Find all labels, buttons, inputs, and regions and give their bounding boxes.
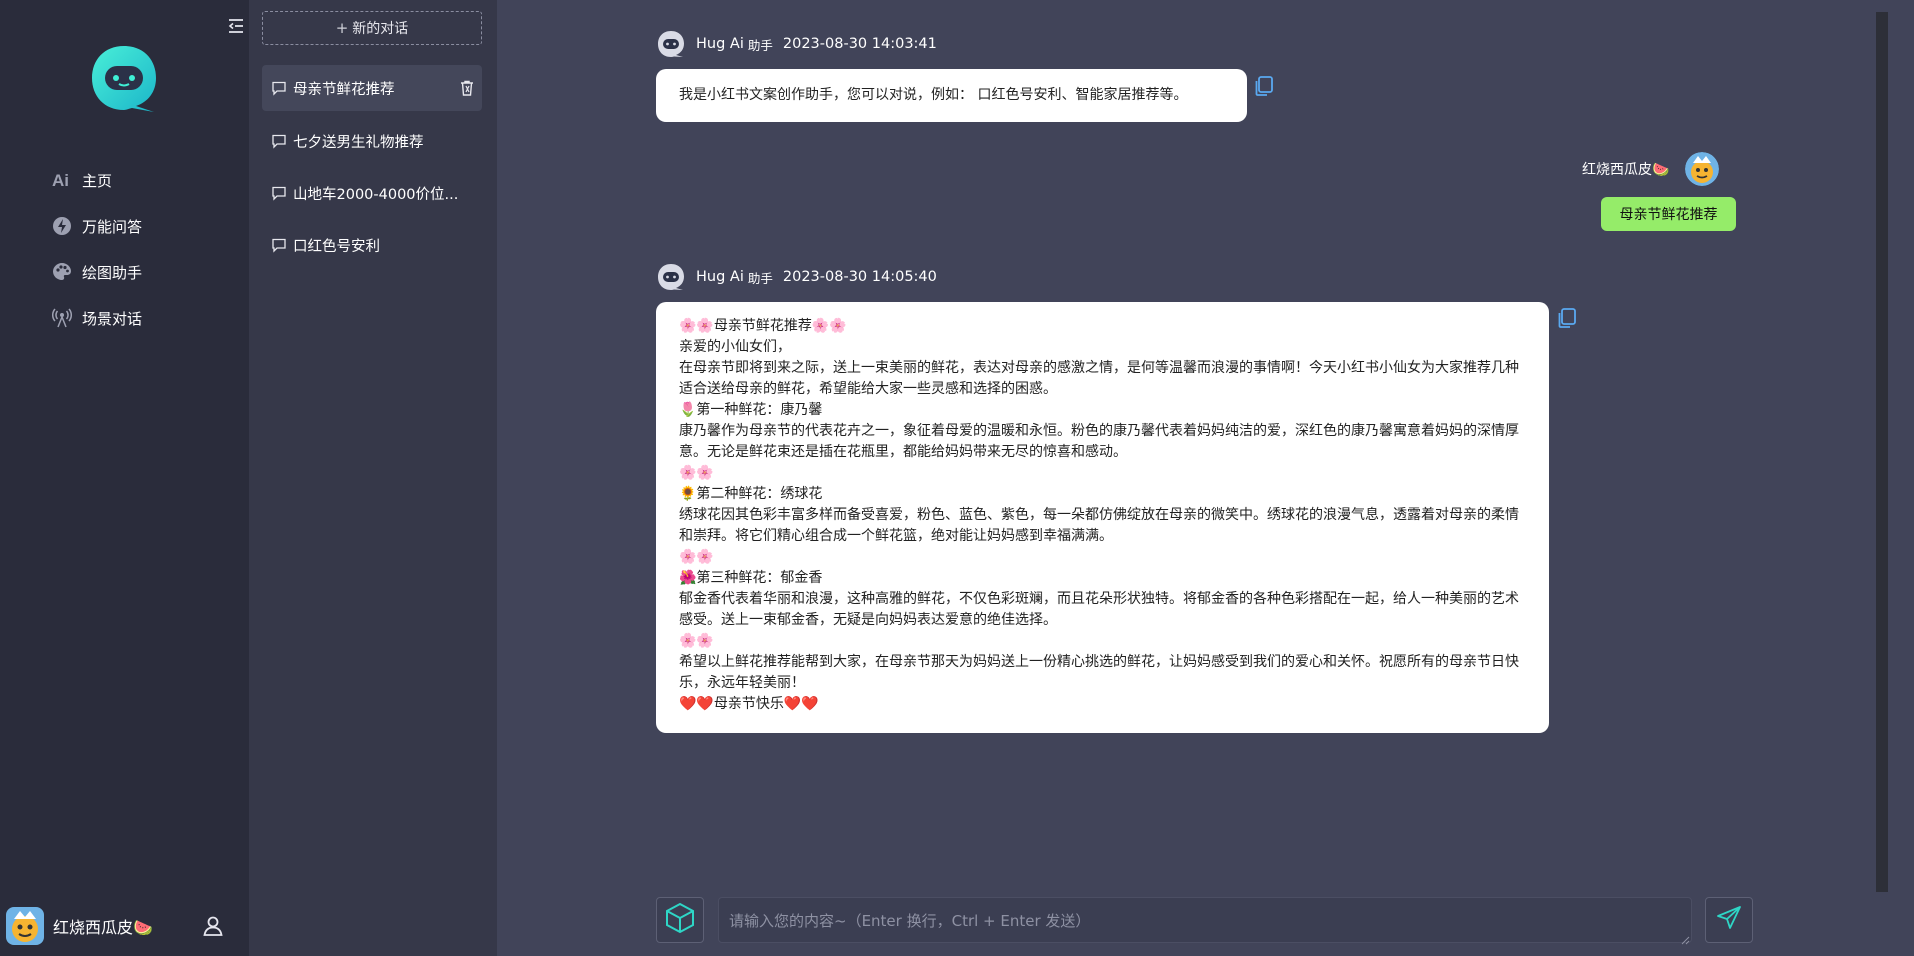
conversation-title: 口红色号安利 — [293, 238, 380, 255]
bot-subtitle: 助手 — [747, 37, 773, 53]
message-line: ❤️❤️母亲节快乐❤️❤️ — [679, 696, 819, 712]
user-message-bubble: 母亲节鲜花推荐 — [1601, 197, 1736, 231]
nav-item-scenario[interactable]: 场景对话 — [52, 303, 142, 333]
message-line: 绣球花因其色彩丰富多样而备受喜爱，粉色、蓝色、紫色，每一朵都仿佛绽放在母亲的微笑… — [679, 507, 1519, 544]
plus-icon: + — [335, 19, 349, 37]
svg-text:Ai: Ai — [52, 171, 69, 190]
lightning-icon — [52, 216, 72, 236]
avatar[interactable] — [6, 907, 44, 945]
broadcast-icon — [52, 308, 72, 328]
robot-logo-icon — [88, 42, 160, 114]
model-select-button[interactable] — [656, 897, 704, 943]
delete-icon[interactable] — [458, 79, 476, 97]
user-profile-icon[interactable] — [201, 914, 225, 938]
nav-item-label: 场景对话 — [82, 309, 143, 328]
message-line: 🌸🌸 — [679, 549, 714, 565]
message-line: 郁金香代表着华丽和浪漫，这种高雅的鲜花，不仅色彩斑斓，而且花朵形状独特。将郁金香… — [679, 591, 1519, 628]
chat-bubble-icon — [271, 80, 287, 96]
nav-item-qa[interactable]: 万能问答 — [52, 211, 142, 241]
message-line: 康乃馨作为母亲节的代表花卉之一，象征着母爱的温暖和永恒。粉色的康乃馨代表着妈妈纯… — [679, 423, 1519, 460]
conversation-item[interactable]: 口红色号安利 — [262, 222, 482, 268]
message-text: 🌸🌸母亲节鲜花推荐🌸🌸 亲爱的小仙女们， 在母亲节即将到来之际，送上一束美丽的鲜… — [679, 316, 1526, 715]
copy-icon[interactable] — [1253, 75, 1275, 97]
new-chat-button[interactable]: + 新的对话 — [262, 11, 482, 45]
message-time: 2023-08-30 14:05:40 — [782, 269, 937, 285]
nav-item-home[interactable]: Ai 主页 — [52, 165, 112, 195]
message-line: 在母亲节即将到来之际，送上一束美丽的鲜花，表达对母亲的感激之情，是何等温馨而浪漫… — [679, 360, 1519, 397]
bot-name: Hug Ai — [696, 269, 744, 285]
conversation-title: 母亲节鲜花推荐 — [293, 81, 395, 98]
message-line: 🌸🌸 — [679, 465, 714, 481]
ai-icon: Ai — [52, 170, 72, 190]
nav-item-label: 万能问答 — [82, 217, 143, 236]
bot-avatar-icon — [656, 262, 686, 292]
conversation-item[interactable]: 山地车2000-4000价位... — [262, 170, 482, 216]
message-text: 我是小红书文案创作助手，您可以对说，例如： 口红色号安利、智能家居推荐等。 — [679, 87, 1188, 103]
chat-bubble-icon — [271, 185, 287, 201]
conversation-item[interactable]: 七夕送男生礼物推荐 — [262, 118, 482, 164]
send-icon — [1715, 904, 1743, 936]
message-line: 🌸🌸母亲节鲜花推荐🌸🌸 — [679, 318, 847, 334]
send-button[interactable] — [1705, 897, 1753, 943]
user-name: 红烧西瓜皮🍉 — [53, 918, 153, 937]
message-time: 2023-08-30 14:03:41 — [782, 36, 937, 52]
scrollbar[interactable] — [1876, 12, 1888, 892]
message-line: 🌻第二种鲜花：绣球花 — [679, 486, 823, 502]
cube-icon — [663, 901, 697, 939]
bot-message-bubble: 🌸🌸母亲节鲜花推荐🌸🌸 亲爱的小仙女们， 在母亲节即将到来之际，送上一束美丽的鲜… — [656, 302, 1549, 733]
bot-name: Hug Ai — [696, 36, 744, 52]
message-text: 母亲节鲜花推荐 — [1619, 207, 1718, 223]
palette-icon — [52, 262, 72, 282]
conversation-item[interactable]: 母亲节鲜花推荐 — [262, 65, 482, 111]
collapse-sidebar-icon[interactable] — [226, 16, 246, 36]
user-name: 红烧西瓜皮🍉 — [1582, 162, 1670, 178]
user-footer: 红烧西瓜皮🍉 — [6, 906, 243, 946]
nav-item-label: 主页 — [82, 171, 113, 190]
message-line: 亲爱的小仙女们， — [679, 339, 791, 355]
chat-bubble-icon — [271, 133, 287, 149]
nav-item-drawing[interactable]: 绘图助手 — [52, 257, 142, 287]
message-input[interactable] — [718, 897, 1692, 943]
avatar — [1685, 152, 1720, 186]
bot-avatar-icon — [656, 29, 686, 59]
message-header: Hug Ai 助手 2023-08-30 14:03:41 — [656, 29, 937, 59]
left-nav: Ai 主页 万能问答 绘图助手 场景对话 红烧西瓜皮🍉 — [0, 0, 249, 956]
user-message-header: 红烧西瓜皮🍉 — [1582, 152, 1720, 186]
new-chat-label: 新的对话 — [352, 21, 409, 37]
nav-item-label: 绘图助手 — [82, 263, 143, 282]
conversation-title: 山地车2000-4000价位... — [293, 186, 459, 203]
message-header: Hug Ai 助手 2023-08-30 14:05:40 — [656, 262, 937, 292]
resize-grip-icon[interactable] — [1680, 930, 1690, 945]
message-line: 希望以上鲜花推荐能帮到大家，在母亲节那天为妈妈送上一份精心挑选的鲜花，让妈妈感受… — [679, 654, 1519, 691]
message-line: 🌺第三种鲜花：郁金香 — [679, 570, 823, 586]
conversation-title: 七夕送男生礼物推荐 — [293, 134, 424, 151]
bot-subtitle: 助手 — [747, 270, 773, 286]
scrollbar-thumb[interactable] — [1876, 12, 1888, 892]
copy-icon[interactable] — [1556, 307, 1578, 329]
message-line: 🌸🌸 — [679, 633, 714, 649]
chat-bubble-icon — [271, 237, 287, 253]
message-line: 🌷第一种鲜花：康乃馨 — [679, 402, 823, 418]
bot-message-bubble: 我是小红书文案创作助手，您可以对说，例如： 口红色号安利、智能家居推荐等。 — [656, 69, 1247, 122]
